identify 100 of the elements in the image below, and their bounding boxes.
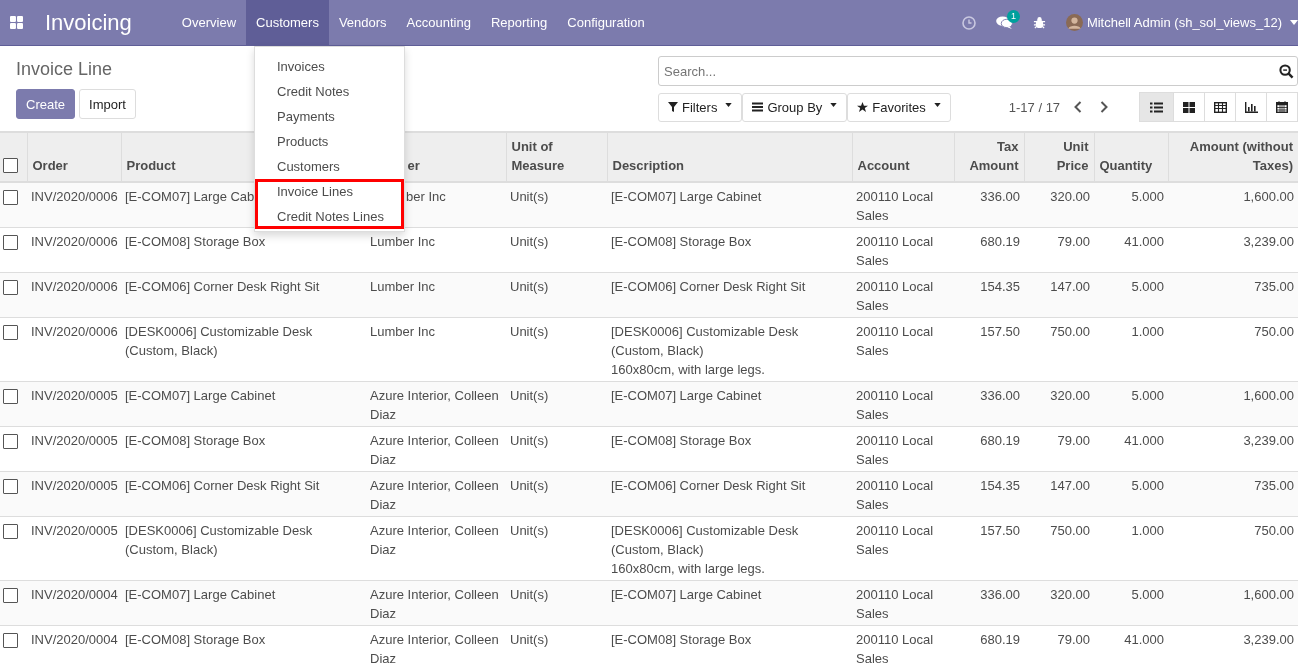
menu-item[interactable]: Customers — [246, 0, 329, 45]
table-cell: [E-COM07] Large Cabinet — [611, 189, 762, 204]
user-menu[interactable]: Mitchell Admin (sh_sol_views_12) — [1086, 15, 1282, 30]
column-header[interactable]: Amount (without Taxes) — [1173, 137, 1293, 175]
favorites-button[interactable]: Favorites — [847, 92, 951, 122]
table-cell: [E-COM08] Storage Box — [611, 234, 752, 249]
table-cell-text: ber Inc — [406, 188, 446, 206]
calendar-view-button[interactable] — [1266, 92, 1298, 122]
table-cell: 200110 Local Sales — [856, 324, 934, 358]
table-cell: 336.00 — [980, 189, 1020, 204]
table-cell: Unit(s) — [510, 433, 549, 448]
table-cell: INV/2020/0006 — [31, 189, 118, 204]
list-view-button[interactable] — [1139, 92, 1174, 122]
caret-icon[interactable] — [1290, 20, 1298, 25]
table-cell: INV/2020/0005 — [31, 478, 118, 493]
lines-icon — [752, 102, 764, 112]
table-cell: [E-COM06] Corner Desk Right Sit — [611, 279, 806, 294]
table-cell: 336.00 — [980, 388, 1020, 403]
pivot-view-button[interactable] — [1204, 92, 1236, 122]
table-cell: 200110 Local Sales — [856, 234, 934, 268]
row-checkbox[interactable] — [3, 479, 18, 494]
table-cell: 336.00 — [980, 587, 1020, 602]
create-button[interactable]: Create — [16, 89, 76, 119]
table-cell: 79.00 — [1057, 632, 1090, 647]
row-checkbox[interactable] — [3, 325, 18, 340]
avatar-icon[interactable] — [1065, 14, 1083, 31]
table-cell: 1,600.00 — [1243, 587, 1294, 602]
row-checkbox[interactable] — [3, 235, 18, 250]
table-cell: Lumber Inc — [370, 324, 436, 339]
column-header[interactable]: Unit of Measure — [511, 137, 602, 175]
apps-grid-icon[interactable] — [10, 16, 23, 29]
table-cell: 200110 Local Sales — [856, 587, 934, 621]
row-checkbox[interactable] — [3, 190, 18, 205]
dropdown-item[interactable]: Invoice Lines — [255, 179, 404, 204]
table-cell: [E-COM08] Storage Box — [125, 433, 266, 448]
row-checkbox[interactable] — [3, 633, 18, 648]
table-cell: 154.35 — [980, 478, 1020, 493]
row-checkbox[interactable] — [3, 389, 18, 404]
table-cell: INV/2020/0005 — [31, 433, 118, 448]
app-title: Invoicing — [45, 9, 132, 36]
column-header[interactable]: Description — [612, 156, 684, 175]
pager-value: 1-17 / 17 — [1008, 99, 1061, 115]
table-icon — [1213, 101, 1227, 113]
page-title: Invoice Line — [16, 59, 114, 80]
import-button[interactable]: Import — [79, 89, 136, 119]
kanban-view-button[interactable] — [1173, 92, 1205, 122]
column-header[interactable]: er — [407, 156, 420, 175]
row-checkbox[interactable] — [3, 434, 18, 449]
previous-page-icon[interactable] — [1074, 101, 1083, 113]
calendar-icon — [1276, 101, 1288, 113]
table-cell: 154.35 — [980, 279, 1020, 294]
row-checkbox[interactable] — [3, 524, 18, 539]
dropdown-item[interactable]: Credit Notes Lines — [255, 204, 404, 229]
group-by-button[interactable]: Group By — [742, 92, 848, 122]
table-cell: INV/2020/0005 — [31, 388, 118, 403]
dropdown-item[interactable]: Credit Notes — [255, 79, 404, 104]
dropdown-item[interactable]: Customers — [255, 154, 404, 179]
table-cell: Unit(s) — [510, 324, 549, 339]
search-field[interactable]: Search... — [658, 56, 1298, 86]
table-cell: Unit(s) — [510, 234, 549, 249]
dropdown-item[interactable]: Payments — [255, 104, 404, 129]
menu-item[interactable]: Configuration — [557, 0, 655, 45]
column-header[interactable]: Account — [857, 156, 910, 175]
column-header[interactable]: Tax Amount — [959, 137, 1019, 175]
column-header[interactable]: Unit Price — [1029, 137, 1089, 175]
filters-button[interactable]: Filters — [658, 92, 743, 122]
table-cell: [E-COM06] Corner Desk Right Sit — [125, 279, 320, 294]
table-cell: Unit(s) — [510, 587, 549, 602]
graph-view-button[interactable] — [1235, 92, 1267, 122]
table-cell: 750.00 — [1254, 523, 1294, 538]
table-cell: [E-COM08] Storage Box — [125, 234, 266, 249]
column-header[interactable]: Product — [126, 156, 176, 175]
row-checkbox[interactable] — [3, 588, 18, 603]
next-page-icon[interactable] — [1100, 101, 1109, 113]
table-cell: INV/2020/0006 — [31, 234, 118, 249]
menu-item[interactable]: Reporting — [480, 0, 558, 45]
dropdown-item[interactable]: Invoices — [255, 54, 404, 79]
bug-icon[interactable] — [1032, 16, 1046, 29]
table-cell: [E-COM07] Large Cabinet — [125, 587, 276, 602]
menu-item[interactable]: Accounting — [396, 0, 481, 45]
table-cell: [E-COM07] Large Cabinet — [125, 388, 276, 403]
table-cell: Azure Interior, Colleen Diaz — [370, 632, 499, 666]
dropdown-item[interactable]: Products — [255, 129, 404, 154]
table-cell: 157.50 — [980, 324, 1020, 339]
table-cell: 735.00 — [1254, 279, 1294, 294]
column-header[interactable]: Order — [32, 156, 68, 175]
table-cell: [E-COM08] Storage Box — [125, 632, 266, 647]
menu-item[interactable]: Overview — [171, 0, 247, 45]
table-cell: Azure Interior, Colleen Diaz — [370, 433, 499, 467]
table-cell: 79.00 — [1057, 433, 1090, 448]
column-header[interactable]: Quantity — [1099, 156, 1153, 175]
menu-item[interactable]: Vendors — [328, 0, 397, 45]
select-all-checkbox[interactable] — [3, 158, 18, 173]
grid-icon — [1183, 101, 1195, 113]
search-icon[interactable] — [1279, 64, 1294, 79]
table-cell: 5.000 — [1131, 478, 1164, 493]
table-cell: 1,600.00 — [1243, 388, 1294, 403]
table-cell: 5.000 — [1131, 388, 1164, 403]
table-cell: Unit(s) — [510, 523, 549, 538]
row-checkbox[interactable] — [3, 280, 18, 295]
